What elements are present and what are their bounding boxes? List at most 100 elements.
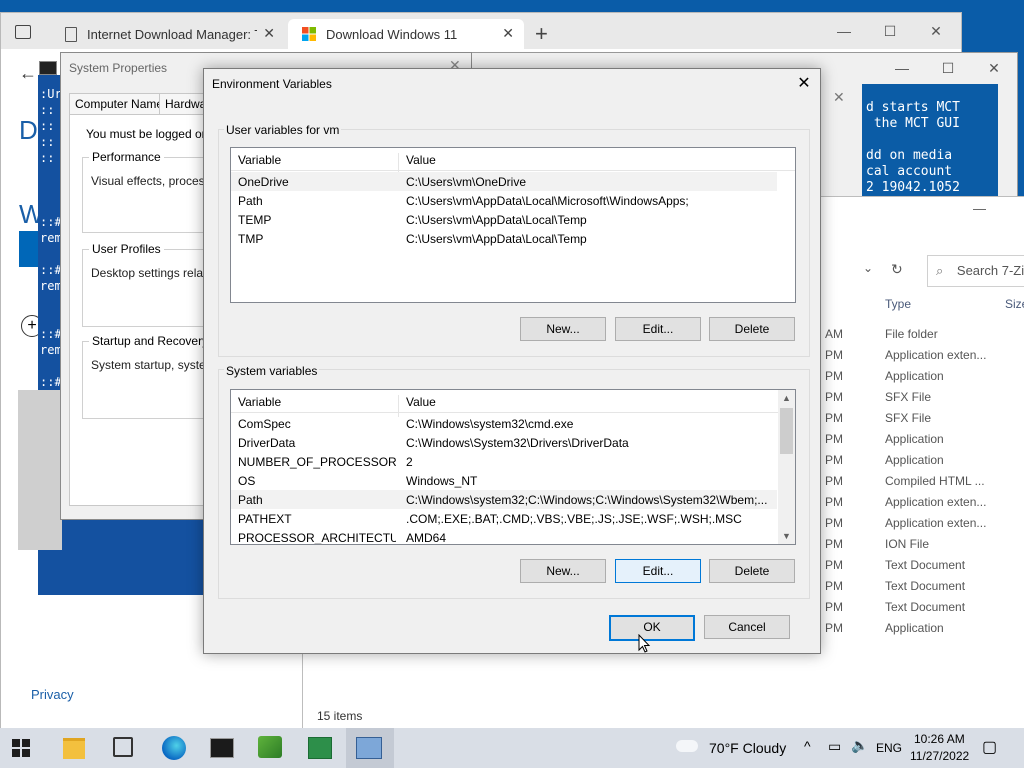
- file-type[interactable]: Application exten...: [885, 495, 986, 509]
- file-type[interactable]: ION File: [885, 537, 929, 551]
- file-time[interactable]: PM: [825, 411, 843, 425]
- user-delete-button[interactable]: Delete: [709, 317, 795, 341]
- file-time[interactable]: PM: [825, 495, 843, 509]
- list-header: Variable Value: [231, 390, 795, 417]
- weather-text[interactable]: 70°F Cloudy: [709, 740, 786, 756]
- close-icon[interactable]: ✕: [913, 13, 959, 49]
- file-type[interactable]: Compiled HTML ...: [885, 474, 985, 488]
- file-time[interactable]: PM: [825, 579, 843, 593]
- file-time[interactable]: PM: [825, 348, 843, 362]
- user-new-button[interactable]: New...: [520, 317, 606, 341]
- scroll-thumb[interactable]: [780, 408, 793, 454]
- file-time[interactable]: PM: [825, 390, 843, 404]
- file-time[interactable]: PM: [825, 516, 843, 530]
- file-time[interactable]: PM: [825, 474, 843, 488]
- media-creation-tool-icon[interactable]: [308, 737, 332, 759]
- variable-name: DriverData: [238, 436, 296, 450]
- minimize-icon[interactable]: —: [879, 53, 925, 83]
- column-header-variable[interactable]: Variable: [238, 395, 281, 409]
- tab-download-windows[interactable]: Download Windows 11 ✕: [288, 19, 524, 49]
- start-windows-icon[interactable]: [12, 739, 30, 757]
- file-time[interactable]: PM: [825, 600, 843, 614]
- close-icon[interactable]: ✕: [971, 53, 1017, 83]
- cancel-button[interactable]: Cancel: [704, 615, 790, 639]
- file-type[interactable]: Application exten...: [885, 516, 986, 530]
- close-icon[interactable]: ✕: [792, 73, 816, 93]
- sysprops-app-icon: [39, 61, 57, 75]
- file-time[interactable]: PM: [825, 558, 843, 572]
- ok-button[interactable]: OK: [609, 615, 695, 641]
- variable-row[interactable]: OneDrive C:\Users\vm\OneDrive: [231, 172, 777, 191]
- setup-app-icon[interactable]: [258, 736, 282, 758]
- vertical-scrollbar[interactable]: ▲ ▼: [778, 390, 795, 544]
- file-time[interactable]: PM: [825, 537, 843, 551]
- system-properties-icon[interactable]: [356, 737, 382, 759]
- new-tab-button[interactable]: +: [535, 21, 548, 47]
- file-type[interactable]: Application exten...: [885, 348, 986, 362]
- console-line: ::: [40, 151, 55, 165]
- cloudy-weather-icon[interactable]: [676, 740, 698, 752]
- file-time[interactable]: PM: [825, 453, 843, 467]
- volume-muted-icon[interactable]: 🔈: [851, 737, 868, 754]
- maximize-icon[interactable]: ☐: [867, 13, 913, 49]
- system-delete-button[interactable]: Delete: [709, 559, 795, 583]
- language-indicator[interactable]: ENG: [876, 741, 902, 755]
- system-edit-button[interactable]: Edit...: [615, 559, 701, 583]
- variable-value: C:\Users\vm\OneDrive: [406, 175, 527, 189]
- system-variables-list[interactable]: Variable Value ComSpec C:\Windows\system3…: [230, 389, 796, 545]
- file-type[interactable]: SFX File: [885, 411, 931, 425]
- file-type[interactable]: SFX File: [885, 390, 931, 404]
- user-variables-list[interactable]: Variable Value OneDrive C:\Users\vm\OneDr…: [230, 147, 796, 303]
- scroll-up-icon[interactable]: ▲: [778, 393, 795, 403]
- close-tab-icon[interactable]: ✕: [263, 25, 275, 42]
- file-type[interactable]: Text Document: [885, 558, 965, 572]
- command-prompt-icon[interactable]: [210, 738, 234, 758]
- file-type[interactable]: Text Document: [885, 600, 965, 614]
- back-arrow-icon[interactable]: ←: [19, 63, 37, 84]
- show-hidden-icons-chevron-icon[interactable]: ^: [804, 738, 811, 754]
- variable-row[interactable]: Path C:\Windows\system32;C:\Windows;C:\Wi…: [231, 490, 777, 509]
- column-header-value[interactable]: Value: [406, 153, 436, 167]
- minimize-icon[interactable]: —: [821, 13, 867, 49]
- variable-row[interactable]: Path C:\Users\vm\AppData\Local\Microsoft\…: [231, 191, 777, 210]
- variable-row[interactable]: ComSpec C:\Windows\system32\cmd.exe: [231, 414, 777, 433]
- tab-actions-icon[interactable]: [15, 25, 31, 39]
- tab-idm[interactable]: Internet Download Manager: Th ✕: [51, 19, 285, 49]
- file-explorer-icon[interactable]: [63, 738, 85, 759]
- variable-row[interactable]: NUMBER_OF_PROCESSORS 2: [231, 452, 777, 471]
- maximize-icon[interactable]: ☐: [925, 53, 971, 83]
- scroll-down-icon[interactable]: ▼: [778, 531, 795, 541]
- notifications-icon[interactable]: ▢: [982, 737, 997, 757]
- column-header-variable[interactable]: Variable: [238, 153, 281, 167]
- variable-value: Windows_NT: [406, 474, 478, 488]
- variable-row[interactable]: OS Windows_NT: [231, 471, 777, 490]
- file-type[interactable]: Application: [885, 432, 944, 446]
- network-icon[interactable]: ▭: [828, 738, 841, 755]
- variable-name: TMP: [238, 232, 264, 246]
- file-time[interactable]: PM: [825, 369, 843, 383]
- file-type[interactable]: Application: [885, 621, 944, 635]
- variable-row[interactable]: DriverData C:\Windows\System32\Drivers\Dr…: [231, 433, 777, 452]
- file-time[interactable]: PM: [825, 432, 843, 446]
- user-edit-button[interactable]: Edit...: [615, 317, 701, 341]
- file-type[interactable]: File folder: [885, 327, 938, 341]
- close-icon[interactable]: ✕: [833, 89, 845, 106]
- edge-browser-icon[interactable]: [162, 736, 186, 760]
- file-time[interactable]: AM: [825, 327, 843, 341]
- variable-row[interactable]: PATHEXT .COM;.EXE;.BAT;.CMD;.VBS;.VBE;.JS…: [231, 509, 777, 528]
- tab-computer-name[interactable]: Computer Name: [69, 93, 170, 115]
- close-tab-icon[interactable]: ✕: [502, 25, 514, 42]
- variable-row[interactable]: TMP C:\Users\vm\AppData\Local\Temp: [231, 229, 777, 248]
- file-type[interactable]: Application: [885, 453, 944, 467]
- system-new-button[interactable]: New...: [520, 559, 606, 583]
- variable-row[interactable]: PROCESSOR_ARCHITECTURE AMD64: [231, 528, 777, 544]
- variable-row[interactable]: TEMP C:\Users\vm\AppData\Local\Temp: [231, 210, 777, 229]
- column-header-value[interactable]: Value: [406, 395, 436, 409]
- file-type[interactable]: Application: [885, 369, 944, 383]
- file-type[interactable]: Text Document: [885, 579, 965, 593]
- privacy-link[interactable]: Privacy: [31, 687, 74, 702]
- clock-time[interactable]: 10:26 AM: [914, 732, 965, 746]
- store-icon[interactable]: [113, 737, 133, 757]
- file-time[interactable]: PM: [825, 621, 843, 635]
- clock-date[interactable]: 11/27/2022: [910, 749, 969, 763]
